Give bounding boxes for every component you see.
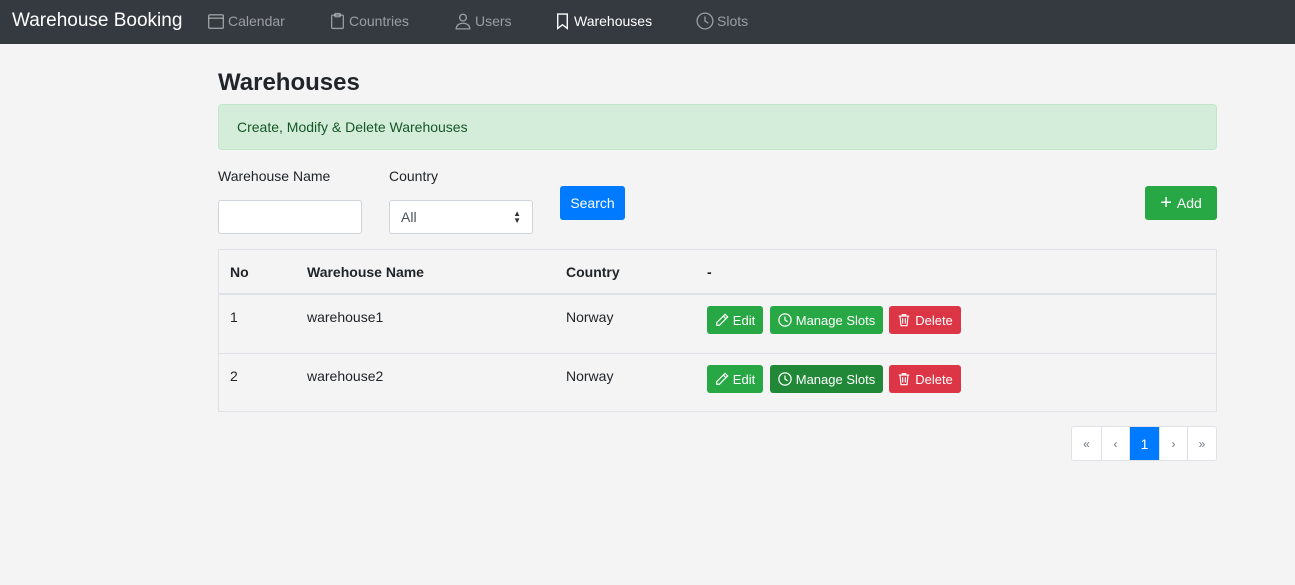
user-icon — [455, 13, 471, 30]
info-alert: Create, Modify & Delete Warehouses — [218, 104, 1217, 150]
trash-icon — [898, 373, 910, 386]
country-select-value: All — [401, 209, 417, 225]
brand-link[interactable]: Warehouse Booking — [12, 10, 182, 32]
warehouse-name-label: Warehouse Name — [218, 168, 331, 184]
alert-text: Create, Modify & Delete Warehouses — [237, 119, 468, 135]
search-button[interactable]: Search — [560, 186, 625, 220]
nav-users-label: Users — [475, 13, 512, 29]
plus-icon: + — [1160, 192, 1172, 214]
nav-calendar[interactable]: Calendar — [207, 10, 285, 32]
cell-no: 1 — [230, 309, 238, 325]
clock-icon — [778, 313, 792, 327]
header-no: No — [230, 264, 249, 280]
header-actions: - — [707, 264, 712, 280]
cell-warehouse-name: warehouse1 — [307, 309, 384, 325]
manage-slots-button[interactable]: Manage Slots — [770, 365, 883, 393]
nav-countries-label: Countries — [349, 13, 409, 29]
calendar-icon — [208, 14, 224, 29]
cell-warehouse-name: warehouse2 — [307, 368, 384, 384]
table-row: 1 warehouse1 Norway Edit Manage Slots De… — [219, 295, 1216, 354]
page-next[interactable]: › — [1159, 427, 1187, 460]
delete-label: Delete — [915, 312, 953, 328]
manage-slots-label: Manage Slots — [795, 312, 876, 328]
cell-country: Norway — [566, 368, 614, 384]
cell-country: Norway — [566, 309, 614, 325]
header-country: Country — [566, 264, 620, 280]
trash-icon — [898, 314, 910, 327]
nav-calendar-label: Calendar — [228, 13, 285, 29]
bookmark-icon — [557, 13, 568, 30]
table-header: No Warehouse Name Country - — [219, 250, 1216, 295]
country-select[interactable]: All ▲ ▼ — [389, 200, 533, 234]
delete-label: Delete — [915, 371, 953, 387]
delete-button[interactable]: Delete — [889, 365, 961, 393]
pencil-icon — [715, 372, 729, 385]
nav-countries[interactable]: Countries — [329, 10, 409, 32]
clipboard-icon — [331, 12, 344, 30]
delete-button[interactable]: Delete — [889, 306, 961, 334]
page-title: Warehouses — [218, 69, 360, 96]
manage-slots-label: Manage Slots — [795, 371, 876, 387]
cell-no: 2 — [230, 368, 238, 384]
table-row: 2 warehouse2 Norway Edit Manage Slots De… — [219, 354, 1216, 413]
navbar: Warehouse Booking Calendar Countries Use… — [0, 0, 1295, 44]
header-warehouse-name: Warehouse Name — [307, 264, 424, 280]
nav-slots-label: Slots — [717, 13, 749, 29]
clock-icon — [778, 372, 792, 386]
manage-slots-button[interactable]: Manage Slots — [770, 306, 883, 334]
add-button-label: Add — [1176, 195, 1202, 211]
warehouse-name-input[interactable] — [218, 200, 362, 234]
warehouses-table: No Warehouse Name Country - 1 warehouse1… — [218, 249, 1217, 412]
page-prev[interactable]: ‹ — [1101, 427, 1129, 460]
nav-slots[interactable]: Slots — [696, 10, 748, 32]
pagination: « ‹ 1 › » — [1071, 426, 1217, 461]
edit-label: Edit — [732, 312, 756, 328]
edit-button[interactable]: Edit — [707, 306, 763, 334]
select-caret-icon: ▲ ▼ — [513, 209, 521, 225]
country-label: Country — [389, 168, 439, 184]
edit-label: Edit — [732, 371, 756, 387]
pencil-icon — [715, 313, 729, 326]
page-last[interactable]: » — [1187, 427, 1216, 460]
nav-users[interactable]: Users — [454, 10, 512, 32]
nav-warehouses[interactable]: Warehouses — [554, 10, 652, 32]
page-current[interactable]: 1 — [1129, 427, 1159, 460]
clock-icon — [696, 12, 714, 30]
nav-warehouses-label: Warehouses — [574, 13, 653, 29]
page-first[interactable]: « — [1072, 427, 1101, 460]
add-button[interactable]: + Add — [1145, 186, 1217, 220]
edit-button[interactable]: Edit — [707, 365, 763, 393]
